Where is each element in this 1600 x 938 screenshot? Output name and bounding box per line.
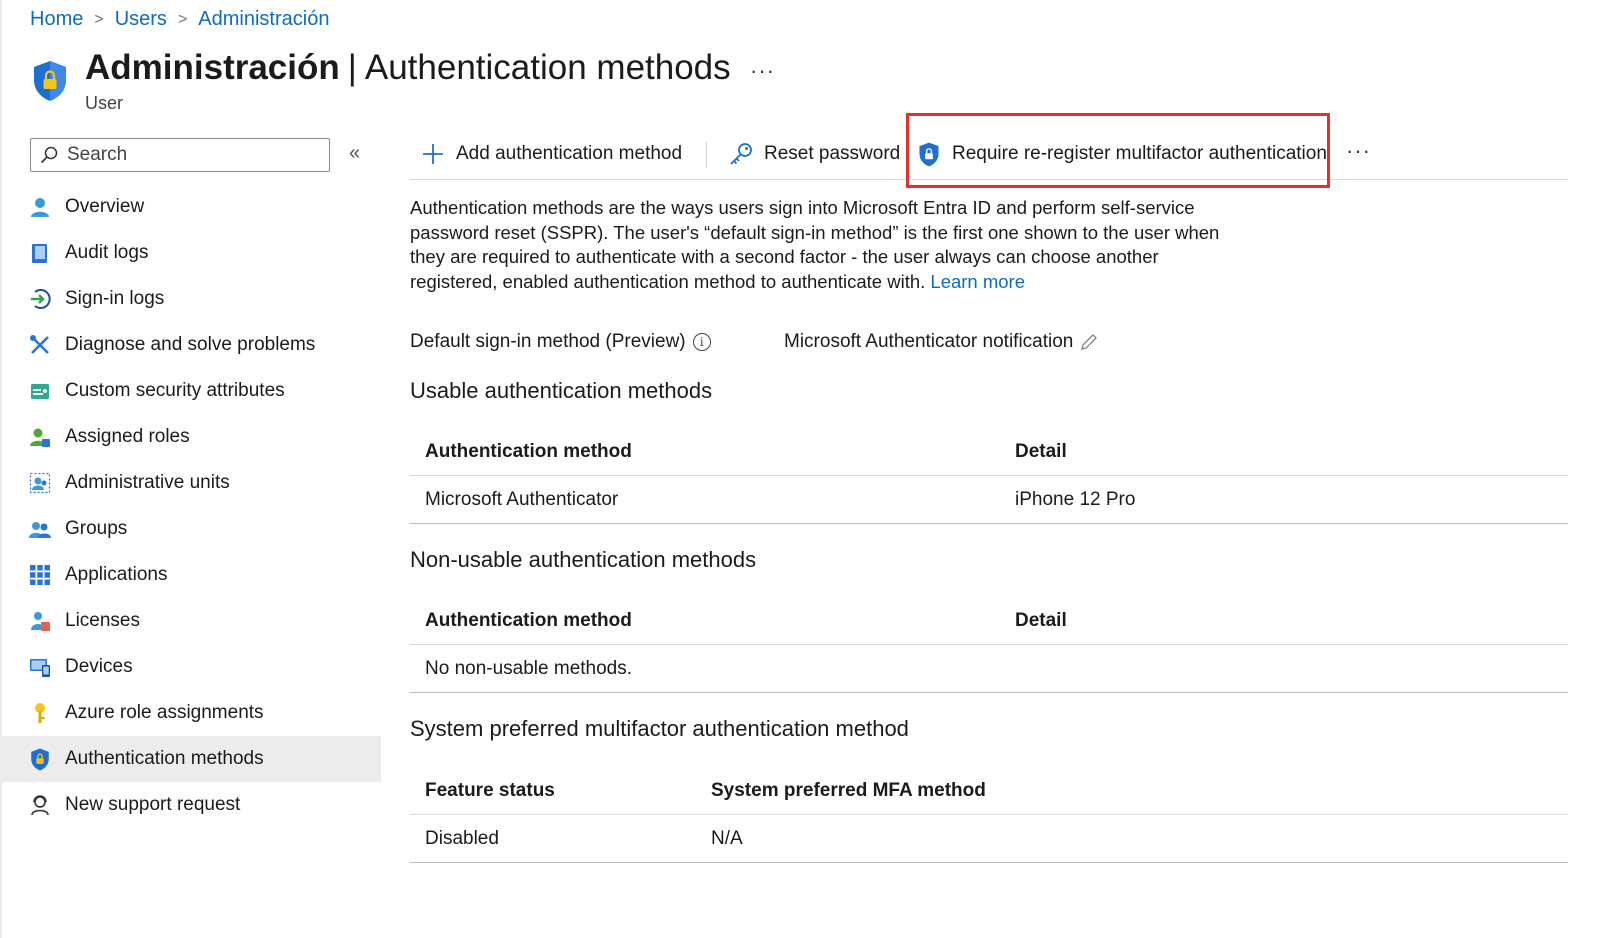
shield-lock-icon	[34, 61, 66, 101]
sidebar-item-assigned-roles[interactable]: Assigned roles	[0, 414, 381, 460]
non-usable-methods-table: Authentication method Detail No non-usab…	[410, 597, 1568, 693]
toolbar-more-icon[interactable]: ···	[1346, 138, 1371, 164]
device-icon	[28, 655, 52, 679]
description: Authentication methods are the ways user…	[410, 197, 1220, 292]
page-subtitle: User	[85, 93, 124, 113]
sidebar-item-devices[interactable]: Devices	[0, 644, 381, 690]
user-icon	[28, 195, 52, 219]
usable-methods-title: Usable authentication methods	[410, 378, 713, 403]
grid-icon	[28, 563, 52, 587]
table-row: Disabled N/A	[410, 815, 1568, 863]
default-method-label: Default sign-in method (Preview) i	[410, 331, 711, 353]
reset-password-button[interactable]: Reset password	[728, 138, 900, 170]
sidebar-item-groups[interactable]: Groups	[0, 506, 381, 552]
page-title: Administración | Authentication methods	[85, 48, 731, 87]
highlight-annotation	[906, 113, 1330, 188]
search-input[interactable]	[67, 144, 307, 166]
info-icon[interactable]: i	[692, 333, 711, 351]
more-options-icon[interactable]: ···	[750, 58, 775, 84]
breadcrumb-home[interactable]: Home	[30, 8, 83, 31]
table-row[interactable]: Microsoft Authenticator iPhone 12 Pro	[410, 476, 1568, 524]
search-box[interactable]	[30, 138, 330, 172]
group-icon	[28, 517, 52, 541]
sidebar-item-applications[interactable]: Applications	[0, 552, 381, 598]
table-header-row: Authentication method Detail	[410, 597, 1568, 645]
table-row: No non-usable methods.	[410, 645, 1568, 693]
book-icon	[28, 241, 52, 265]
sidebar-item-azure-role-assignments[interactable]: Azure role assignments	[0, 690, 381, 736]
sidebar-item-licenses[interactable]: Licenses	[0, 598, 381, 644]
sidebar-item-overview[interactable]: Overview	[0, 184, 381, 230]
edit-pencil-icon[interactable]	[1080, 333, 1098, 351]
wrench-icon	[28, 333, 52, 357]
chevron-right-icon: >	[94, 10, 104, 28]
breadcrumb-user[interactable]: Administración	[198, 8, 329, 31]
sign-in-icon	[28, 287, 52, 311]
collapse-sidebar-icon[interactable]: «	[349, 142, 360, 165]
sidebar-item-authentication-methods[interactable]: Authentication methods	[0, 736, 381, 782]
key-icon	[28, 701, 52, 725]
sidebar-nav: Overview Audit logs Sign-in logs Diagnos…	[0, 184, 381, 828]
support-icon	[28, 793, 52, 817]
table-header-row: Feature status System preferred MFA meth…	[410, 767, 1568, 815]
search-icon	[40, 146, 58, 164]
key-icon	[728, 141, 754, 167]
sidebar-item-administrative-units[interactable]: Administrative units	[0, 460, 381, 506]
admin-units-icon	[28, 471, 52, 495]
system-preferred-title: System preferred multifactor authenticat…	[410, 716, 909, 741]
add-authentication-method-button[interactable]: Add authentication method	[420, 138, 682, 170]
toolbar-divider	[706, 142, 707, 168]
default-method-value: Microsoft Authenticator notification	[784, 331, 1098, 353]
sidebar-item-new-support-request[interactable]: New support request	[0, 782, 381, 828]
sidebar-item-sign-in-logs[interactable]: Sign-in logs	[0, 276, 381, 322]
non-usable-methods-title: Non-usable authentication methods	[410, 547, 757, 572]
sidebar-item-diagnose[interactable]: Diagnose and solve problems	[0, 322, 381, 368]
sidebar-item-audit-logs[interactable]: Audit logs	[0, 230, 381, 276]
license-icon	[28, 609, 52, 633]
system-preferred-table: Feature status System preferred MFA meth…	[410, 767, 1568, 863]
shield-icon	[28, 747, 52, 771]
sidebar-item-custom-security-attributes[interactable]: Custom security attributes	[0, 368, 381, 414]
learn-more-link[interactable]: Learn more	[930, 271, 1025, 292]
chevron-right-icon: >	[177, 10, 188, 28]
id-card-icon	[28, 379, 52, 403]
user-role-icon	[28, 425, 52, 449]
breadcrumb: Home > Users > Administración	[30, 8, 329, 31]
plus-icon	[420, 141, 446, 167]
breadcrumb-users[interactable]: Users	[115, 8, 167, 31]
usable-methods-table: Authentication method Detail Microsoft A…	[410, 428, 1568, 524]
table-header-row: Authentication method Detail	[410, 428, 1568, 476]
